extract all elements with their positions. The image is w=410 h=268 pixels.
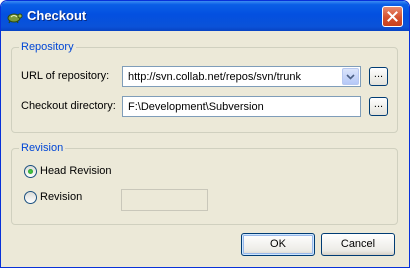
tortoise-svn-icon — [7, 8, 23, 24]
checkout-dialog: Checkout Repository URL of repository: h… — [0, 0, 410, 268]
url-combobox[interactable]: http://svn.collab.net/repos/svn/trunk — [122, 66, 361, 87]
close-button[interactable] — [382, 6, 403, 27]
cancel-button[interactable]: Cancel — [321, 233, 395, 256]
title-bar[interactable]: Checkout — [1, 1, 409, 31]
head-revision-radio[interactable] — [24, 165, 37, 178]
head-revision-label[interactable]: Head Revision — [40, 165, 112, 177]
directory-browse-button[interactable]: ... — [369, 97, 388, 116]
revision-legend: Revision — [19, 142, 66, 154]
checkout-directory-field[interactable] — [122, 96, 361, 117]
url-browse-button[interactable]: ... — [369, 67, 388, 86]
url-label: URL of repository: — [21, 70, 110, 82]
radio-selected-dot — [28, 169, 33, 174]
checkout-directory-input[interactable] — [123, 98, 356, 115]
window-title: Checkout — [27, 8, 87, 23]
revision-radio[interactable] — [24, 191, 37, 204]
repository-group: Repository URL of repository: http://svn… — [11, 41, 398, 133]
url-value: http://svn.collab.net/repos/svn/trunk — [128, 71, 302, 83]
ok-button[interactable]: OK — [241, 233, 315, 256]
revision-radio-label[interactable]: Revision — [40, 191, 82, 203]
repository-legend: Repository — [19, 41, 76, 53]
url-dropdown-button[interactable] — [342, 68, 359, 85]
revision-number-field — [121, 189, 208, 211]
checkout-directory-label: Checkout directory: — [21, 100, 116, 112]
revision-group: Revision Head Revision Revision — [11, 142, 398, 225]
